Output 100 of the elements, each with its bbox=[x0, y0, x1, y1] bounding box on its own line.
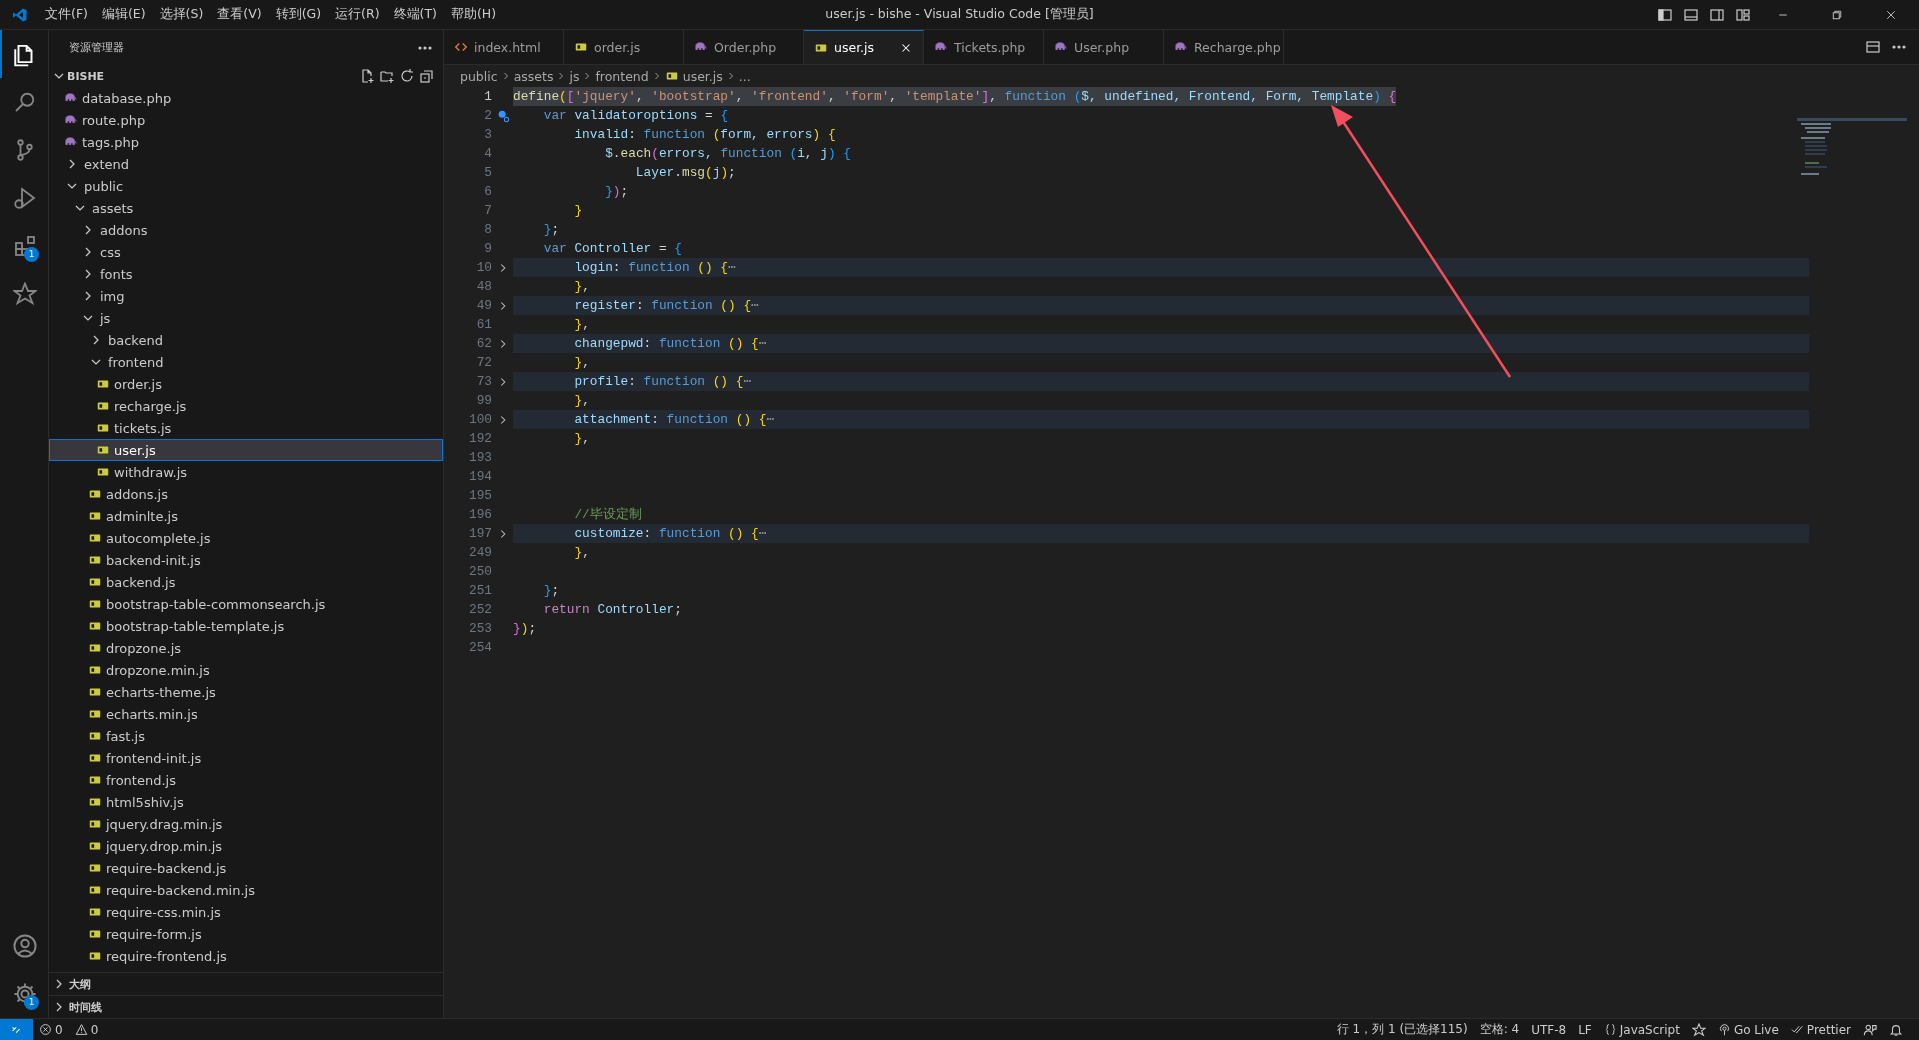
file-item[interactable]: require-css.min.js bbox=[49, 901, 443, 923]
collapse-all-icon[interactable] bbox=[419, 68, 435, 84]
remote-button[interactable] bbox=[0, 1018, 33, 1040]
line-number: 196 bbox=[467, 507, 492, 522]
breadcrumb-item[interactable]: js bbox=[569, 68, 580, 84]
account-icon[interactable] bbox=[12, 933, 38, 959]
file-item[interactable]: tags.php bbox=[49, 131, 443, 153]
line-number: 192 bbox=[467, 431, 492, 446]
line-number: 4 bbox=[483, 146, 492, 161]
folder-item[interactable]: backend bbox=[49, 329, 443, 351]
file-item[interactable]: withdraw.js bbox=[49, 461, 443, 483]
folder-item[interactable]: css bbox=[49, 241, 443, 263]
extensions-icon[interactable] bbox=[13, 234, 37, 258]
file-item[interactable]: database.php bbox=[49, 87, 443, 109]
close-icon[interactable] bbox=[1885, 8, 1897, 21]
breadcrumb-item[interactable]: frontend bbox=[595, 68, 649, 84]
file-item[interactable]: adminlte.js bbox=[49, 505, 443, 527]
new-folder-icon[interactable] bbox=[379, 68, 395, 84]
code-line: $.each(errors, function (i, j) { bbox=[604, 145, 851, 163]
folder-item[interactable]: js bbox=[49, 307, 443, 329]
file-item[interactable]: require-backend.min.js bbox=[49, 879, 443, 901]
play-bug-icon[interactable] bbox=[13, 186, 37, 210]
line-number: 3 bbox=[483, 127, 492, 142]
file-item[interactable]: backend-init.js bbox=[49, 549, 443, 571]
menu-item[interactable]: 帮助(H) bbox=[443, 3, 504, 26]
folder-item[interactable]: extend bbox=[49, 153, 443, 175]
status-item[interactable]: 行 1，列 1 (已选择115) bbox=[1330, 1021, 1474, 1038]
errors-count[interactable]: 0 bbox=[33, 1022, 69, 1037]
file-item[interactable]: jquery.drag.min.js bbox=[49, 813, 443, 835]
file-item[interactable]: require-form.js bbox=[49, 923, 443, 945]
file-item[interactable]: bootstrap-table-template.js bbox=[49, 615, 443, 637]
new-file-icon[interactable] bbox=[359, 68, 375, 84]
breadcrumb-item[interactable]: user.js bbox=[664, 68, 723, 84]
bell-icon[interactable] bbox=[1889, 1022, 1903, 1037]
workspace-header[interactable]: BISHE bbox=[49, 65, 443, 87]
menu-item[interactable]: 查看(V) bbox=[210, 3, 269, 26]
menu-item[interactable]: 选择(S) bbox=[152, 3, 211, 26]
file-item[interactable]: bootstrap-table-commonsearch.js bbox=[49, 593, 443, 615]
file-item[interactable]: require-frontend.js bbox=[49, 945, 443, 967]
editor-tab[interactable]: user.js bbox=[804, 30, 924, 64]
file-item[interactable]: autocomplete.js bbox=[49, 527, 443, 549]
folder-item[interactable]: assets bbox=[49, 197, 443, 219]
file-item[interactable]: require-backend.js bbox=[49, 857, 443, 879]
menu-item[interactable]: 编辑(E) bbox=[94, 3, 153, 26]
file-item[interactable]: echarts-theme.js bbox=[49, 681, 443, 703]
status-item[interactable]: 空格: 4 bbox=[1473, 1021, 1526, 1038]
search-icon[interactable] bbox=[13, 90, 37, 114]
breadcrumb-item[interactable]: assets bbox=[513, 68, 554, 84]
toggle-panel-icon[interactable] bbox=[1683, 6, 1699, 23]
line-number: 193 bbox=[467, 450, 492, 465]
code-line: var Controller = { bbox=[542, 240, 682, 258]
file-item[interactable]: html5shiv.js bbox=[49, 791, 443, 813]
folder-item[interactable]: img bbox=[49, 285, 443, 307]
breadcrumb-item[interactable]: ... bbox=[738, 68, 751, 84]
line-number: 5 bbox=[483, 165, 492, 180]
file-item[interactable]: frontend.js bbox=[49, 769, 443, 791]
line-number: 252 bbox=[467, 602, 492, 617]
feedback-icon[interactable] bbox=[1863, 1022, 1877, 1037]
warnings-count[interactable]: 0 bbox=[68, 1022, 105, 1037]
code-line: Layer.msg(j); bbox=[634, 164, 736, 182]
status-item[interactable]: LF bbox=[1572, 1022, 1598, 1037]
language-mode[interactable]: JavaScript bbox=[1597, 1022, 1686, 1037]
file-item[interactable]: backend.js bbox=[49, 571, 443, 593]
folder-item[interactable]: fonts bbox=[49, 263, 443, 285]
status-item[interactable]: UTF-8 bbox=[1525, 1022, 1573, 1037]
panel-section-header[interactable]: 大纲 bbox=[49, 972, 443, 995]
file-item[interactable]: tickets.js bbox=[49, 417, 443, 439]
line-number: 100 bbox=[467, 412, 492, 427]
folder-item[interactable]: frontend bbox=[49, 351, 443, 373]
menu-item[interactable]: 转到(G) bbox=[268, 3, 329, 26]
file-item[interactable]: dropzone.js bbox=[49, 637, 443, 659]
menu-item[interactable]: 终端(T) bbox=[386, 3, 444, 26]
broadcast-icon bbox=[1717, 1023, 1731, 1036]
file-item[interactable]: echarts.min.js bbox=[49, 703, 443, 725]
refresh-icon[interactable] bbox=[399, 68, 415, 84]
file-item[interactable]: fast.js bbox=[49, 725, 443, 747]
layout-icon[interactable] bbox=[1735, 6, 1751, 23]
file-item[interactable]: route.php bbox=[49, 109, 443, 131]
restore-icon[interactable] bbox=[1831, 8, 1843, 21]
code-line: }, bbox=[573, 354, 590, 372]
star-logo-icon[interactable] bbox=[13, 282, 37, 306]
menu-item[interactable]: 文件(F) bbox=[38, 3, 95, 26]
go-live-button[interactable]: Go Live bbox=[1711, 1022, 1785, 1037]
split-editor-icon[interactable] bbox=[1865, 39, 1881, 55]
file-item[interactable]: order.js bbox=[49, 373, 443, 395]
file-item[interactable]: frontend-init.js bbox=[49, 747, 443, 769]
file-item[interactable]: addons.js bbox=[49, 483, 443, 505]
file-item[interactable]: recharge.js bbox=[49, 395, 443, 417]
menu-item[interactable]: 运行(R) bbox=[328, 3, 387, 26]
file-item[interactable]: dropzone.min.js bbox=[49, 659, 443, 681]
breadcrumb-item[interactable]: public bbox=[460, 68, 498, 84]
star-logo-icon[interactable] bbox=[1691, 1022, 1706, 1037]
toggle-secondary-sidebar-icon[interactable] bbox=[1709, 6, 1725, 23]
file-item[interactable]: user.js bbox=[49, 439, 443, 461]
line-number: 99 bbox=[475, 393, 492, 408]
folder-item[interactable]: public bbox=[49, 175, 443, 197]
folder-item[interactable]: addons bbox=[49, 219, 443, 241]
prettier-status[interactable]: Prettier bbox=[1784, 1022, 1857, 1037]
toggle-sidebar-icon[interactable] bbox=[1657, 6, 1673, 23]
file-item[interactable]: jquery.drop.min.js bbox=[49, 835, 443, 857]
